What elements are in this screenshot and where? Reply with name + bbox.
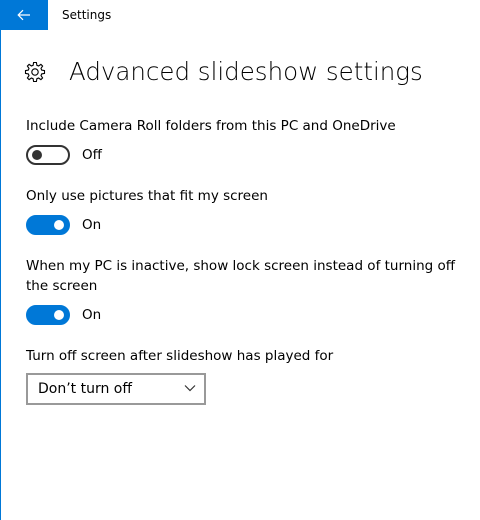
toggle-knob xyxy=(54,220,64,230)
chevron-down-icon xyxy=(184,385,196,392)
fit-screen-toggle-state: On xyxy=(82,217,102,233)
toggle-knob xyxy=(54,310,64,320)
back-button[interactable] xyxy=(0,0,48,30)
screen-off-dropdown-value: Don’t turn off xyxy=(38,381,133,397)
gear-icon xyxy=(24,61,46,83)
lock-screen-setting-label: When my PC is inactive, show lock screen… xyxy=(26,258,456,294)
screen-off-dropdown[interactable]: Don’t turn off xyxy=(26,373,206,405)
lock-screen-toggle-state: On xyxy=(82,307,102,323)
fit-screen-setting-label: Only use pictures that fit my screen xyxy=(26,188,268,204)
lock-screen-toggle[interactable] xyxy=(26,305,70,325)
title-bar: Settings xyxy=(0,0,480,30)
screen-off-label: Turn off screen after slideshow has play… xyxy=(26,348,334,364)
camera-roll-toggle[interactable] xyxy=(26,145,70,165)
window-title: Settings xyxy=(62,8,112,22)
back-arrow-icon xyxy=(17,9,30,21)
page-title: Advanced slideshow settings xyxy=(69,57,423,86)
camera-roll-toggle-state: Off xyxy=(82,147,102,163)
toggle-knob xyxy=(32,150,42,160)
fit-screen-toggle[interactable] xyxy=(26,215,70,235)
camera-roll-setting-label: Include Camera Roll folders from this PC… xyxy=(26,118,396,134)
window-left-edge xyxy=(0,0,1,520)
